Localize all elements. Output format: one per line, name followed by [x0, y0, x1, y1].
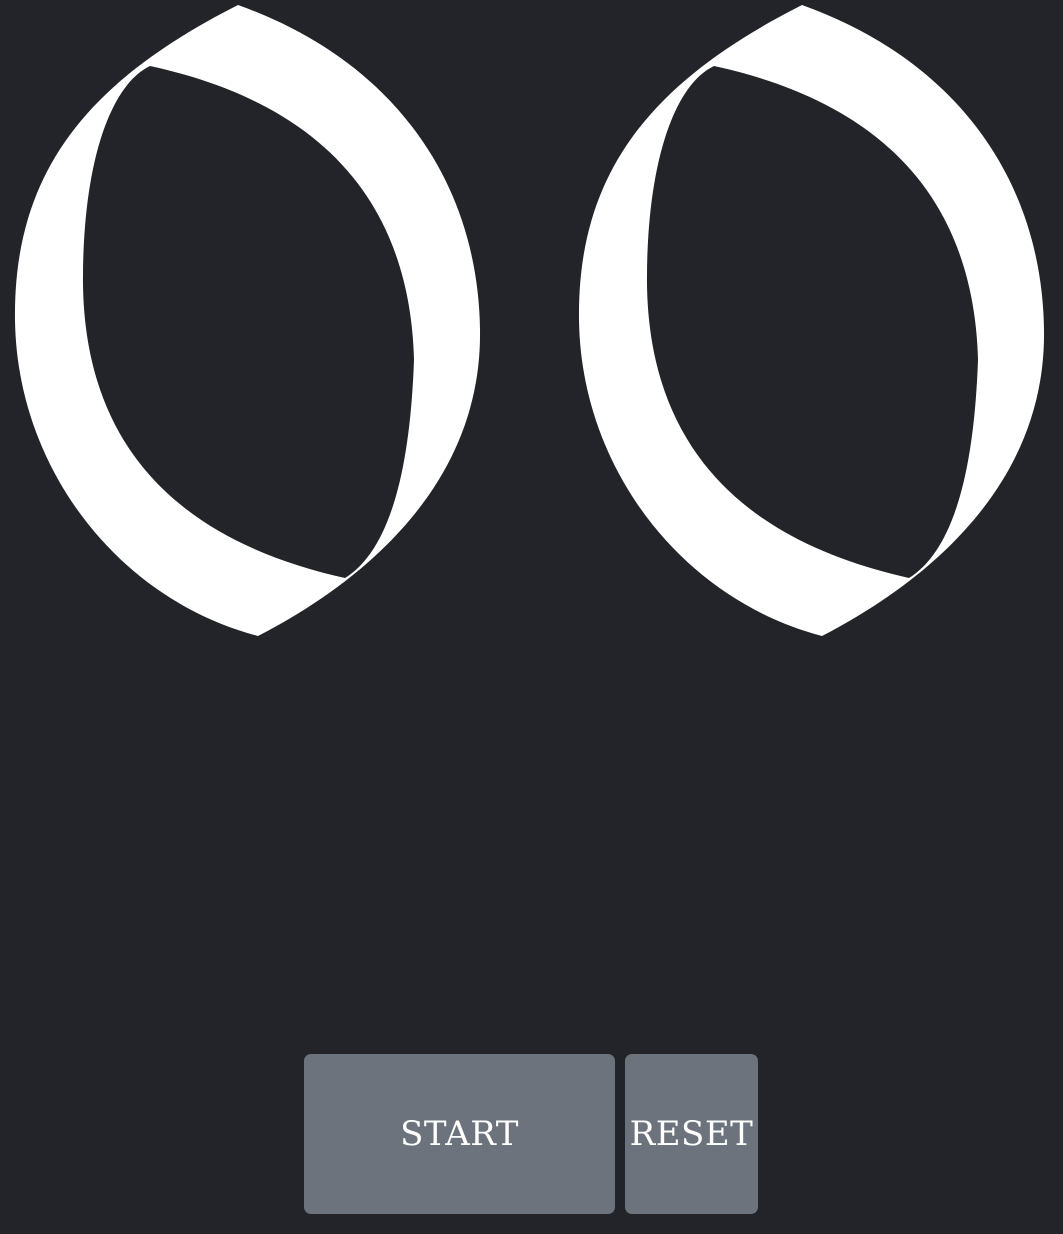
left-eye	[14, 5, 481, 636]
right-eye	[578, 5, 1045, 636]
eyes-canvas	[14, 5, 1045, 636]
start-button[interactable]: START	[304, 1054, 615, 1214]
reset-button[interactable]: RESET	[625, 1054, 758, 1214]
controls-bar: START RESET	[304, 1054, 758, 1214]
